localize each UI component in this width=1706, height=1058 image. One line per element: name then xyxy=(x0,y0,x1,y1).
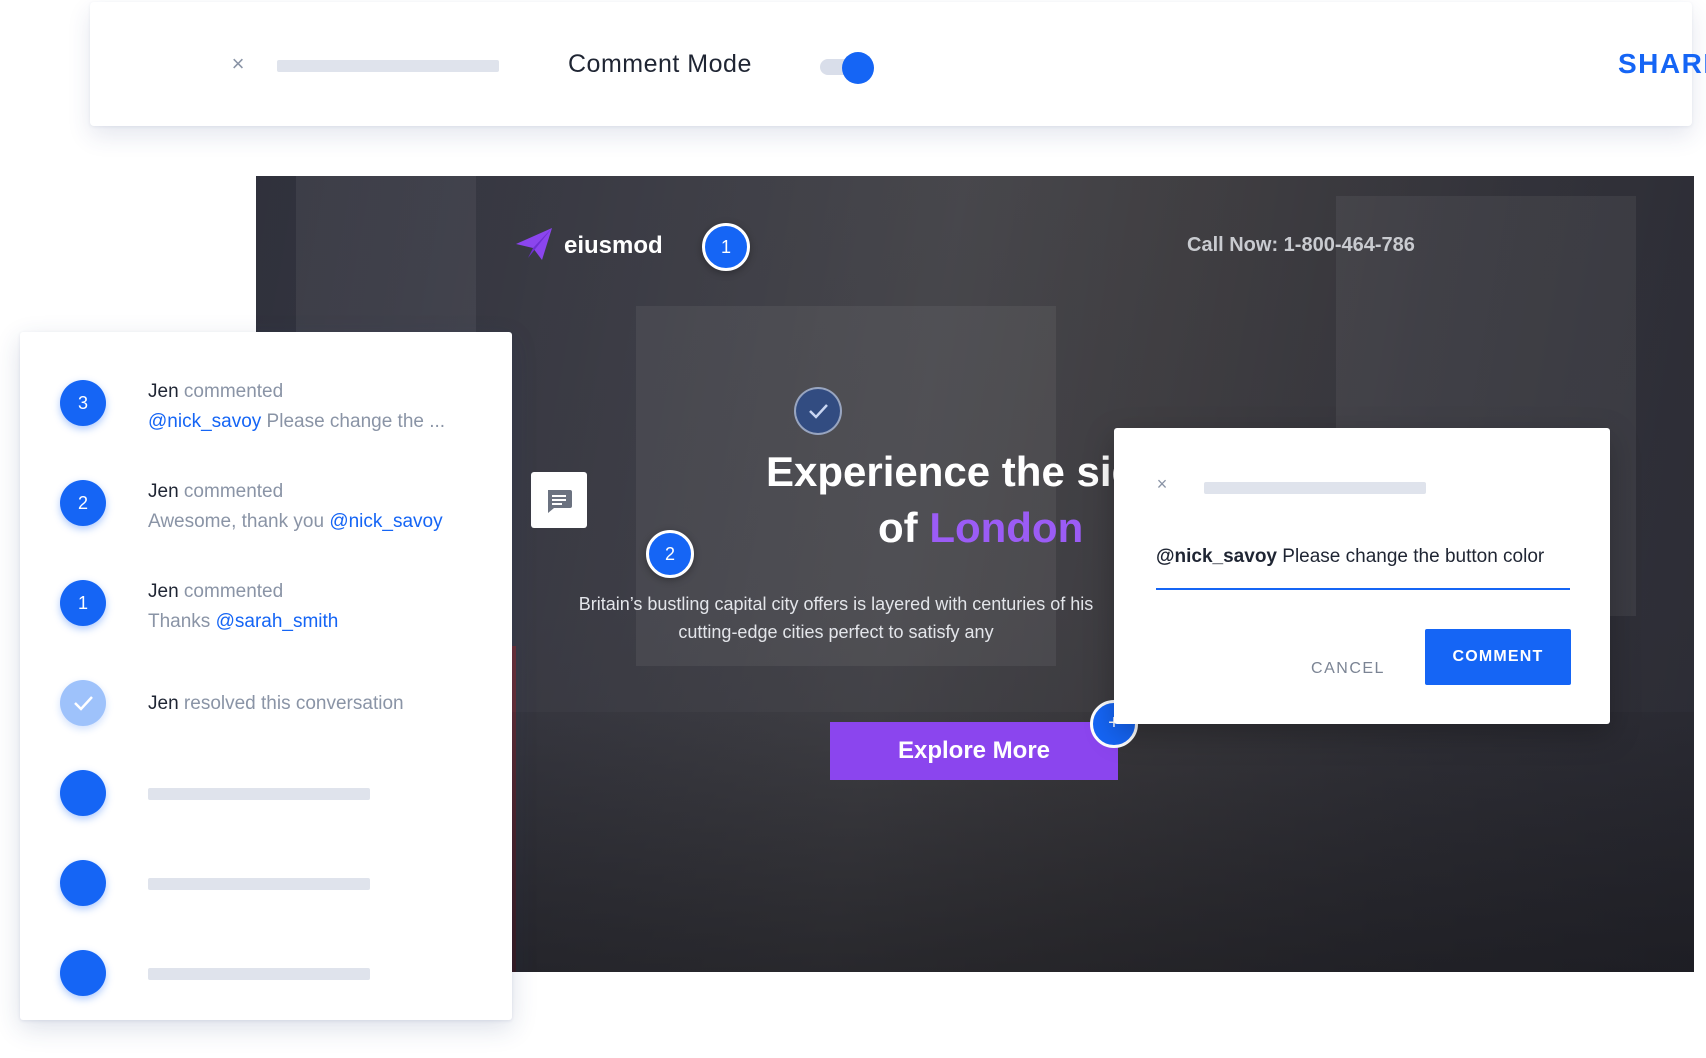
comment-badge: 1 xyxy=(60,580,106,626)
user-name: Jen xyxy=(148,693,179,714)
activity-action: commented xyxy=(178,581,284,602)
comment-mode-toggle[interactable] xyxy=(820,52,876,84)
activity-body: Awesome, thank you xyxy=(148,511,330,532)
cancel-button[interactable]: CANCEL xyxy=(1298,650,1398,688)
activity-panel: 3 Jen commented @nick_savoy Please chang… xyxy=(20,332,512,1020)
check-icon xyxy=(809,404,828,419)
activity-body: Thanks xyxy=(148,611,216,632)
paper-plane-logo-icon xyxy=(516,228,552,260)
hero-headline: Experience the sig xyxy=(766,448,1138,495)
title-placeholder-bar xyxy=(277,60,499,72)
mention-link[interactable]: @nick_savoy xyxy=(148,411,261,432)
activity-title: Jen resolved this conversation xyxy=(148,693,404,715)
activity-action: commented xyxy=(178,381,284,402)
explore-more-button[interactable]: Explore More xyxy=(830,722,1118,780)
resolved-badge xyxy=(60,680,106,726)
avatar xyxy=(60,950,106,996)
activity-text: Thanks @sarah_smith xyxy=(148,611,338,633)
avatar xyxy=(60,770,106,816)
comment-popup: × @nick_savoy Please change the button c… xyxy=(1114,428,1610,724)
user-name: Jen xyxy=(148,381,179,402)
popup-title-placeholder xyxy=(1204,482,1426,494)
headline-accent: London xyxy=(929,504,1084,551)
comment-toolbar: × Comment Mode SHARE xyxy=(90,2,1706,126)
comment-pin-1[interactable]: 1 xyxy=(702,223,750,271)
mention-text: @nick_savoy xyxy=(1156,546,1277,567)
comment-text: Please change the button color xyxy=(1277,546,1545,567)
comment-submit-button[interactable]: COMMENT xyxy=(1425,629,1571,685)
mention-link[interactable]: @nick_savoy xyxy=(329,511,442,532)
resolved-comment-pin[interactable] xyxy=(794,387,842,435)
user-name: Jen xyxy=(148,581,179,602)
close-icon[interactable]: × xyxy=(1154,475,1170,493)
activity-body: Please change the ... xyxy=(261,411,446,432)
share-button[interactable]: SHARE xyxy=(1618,48,1706,80)
placeholder-bar xyxy=(148,968,370,980)
comment-badge: 3 xyxy=(60,380,106,426)
check-icon xyxy=(74,696,93,711)
add-comment-button[interactable] xyxy=(531,472,587,528)
user-name: Jen xyxy=(148,481,179,502)
hero-subtext: Britain’s bustling capital city offers i… xyxy=(556,590,1116,646)
hero-subtext-line1: Britain’s bustling capital city offers i… xyxy=(578,594,1094,614)
placeholder-bar xyxy=(148,878,370,890)
comment-mode-label: Comment Mode xyxy=(568,50,752,78)
activity-text: @nick_savoy Please change the ... xyxy=(148,411,445,433)
avatar xyxy=(60,860,106,906)
toggle-knob xyxy=(842,52,874,84)
comment-badge: 2 xyxy=(60,480,106,526)
activity-action: resolved this conversation xyxy=(178,693,404,714)
chat-bubble-icon xyxy=(548,490,572,513)
activity-text: Awesome, thank you @nick_savoy xyxy=(148,511,443,533)
comment-pin-2[interactable]: 2 xyxy=(646,530,694,578)
placeholder-bar xyxy=(148,788,370,800)
hero-subtext-line2: cutting-edge cities perfect to satisfy a… xyxy=(678,622,994,642)
activity-title: Jen commented xyxy=(148,381,283,403)
mention-link[interactable]: @sarah_smith xyxy=(216,611,339,632)
hero-headline-line2: of London xyxy=(878,504,1083,552)
brand-name: eiusmod xyxy=(564,232,663,259)
headline-prefix: of xyxy=(878,504,930,551)
comment-input[interactable]: @nick_savoy Please change the button col… xyxy=(1156,546,1570,590)
activity-title: Jen commented xyxy=(148,481,283,503)
activity-title: Jen commented xyxy=(148,581,283,603)
close-icon[interactable]: × xyxy=(228,53,248,75)
call-now-text[interactable]: Call Now: 1-800-464-786 xyxy=(1187,234,1415,257)
activity-action: commented xyxy=(178,481,284,502)
app-root: × Comment Mode SHARE eiusmod Call Now: 1… xyxy=(0,0,1706,1058)
